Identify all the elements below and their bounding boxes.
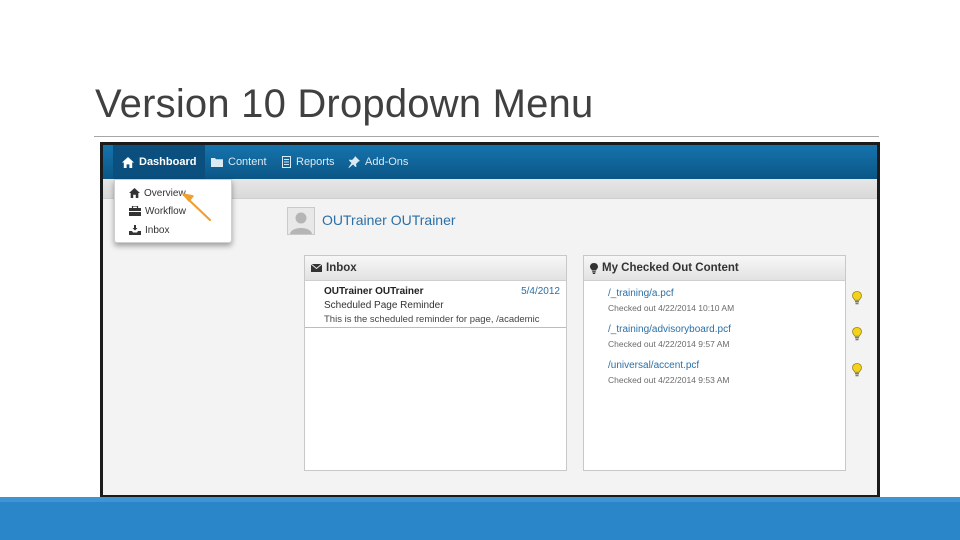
slide-footer-band: [0, 497, 960, 540]
inbox-message-row[interactable]: OUTrainer OUTrainer 5/4/2012 Scheduled P…: [305, 281, 566, 328]
nav-add-ons[interactable]: Add-Ons: [348, 145, 408, 179]
message-subject: Scheduled Page Reminder: [324, 300, 444, 311]
title-divider: [94, 136, 879, 137]
nav-content-label: Content: [228, 156, 267, 168]
nav-reports-label: Reports: [296, 156, 335, 168]
dropdown-item-label: Inbox: [145, 224, 170, 236]
checked-out-meta: Checked out 4/22/2014 9:53 AM: [608, 375, 730, 385]
envelope-icon: [311, 264, 322, 272]
checked-out-item: /_training/a.pcf Checked out 4/22/2014 1…: [608, 288, 866, 318]
checked-out-content-panel: My Checked Out Content /_training/a.pcf …: [583, 255, 862, 471]
checked-out-item: /universal/accent.pcf Checked out 4/22/2…: [608, 360, 866, 390]
nav-dashboard-label: Dashboard: [139, 156, 197, 168]
dropdown-item-inbox[interactable]: Inbox: [129, 222, 169, 238]
checked-out-panel-header: My Checked Out Content: [584, 256, 845, 281]
lightbulb-icon[interactable]: [852, 363, 862, 377]
inbox-panel-title: Inbox: [326, 262, 357, 274]
dropdown-item-label: Workflow: [145, 205, 186, 217]
checked-out-link[interactable]: /universal/accent.pcf: [608, 360, 699, 371]
dropdown-item-workflow[interactable]: Workflow: [129, 203, 186, 219]
pin-icon: [348, 156, 360, 168]
dashboard-dropdown-menu: Overview Workflow Inbox: [114, 179, 232, 243]
checked-out-meta: Checked out 4/22/2014 10:10 AM: [608, 303, 735, 313]
nav-content[interactable]: Content: [211, 145, 267, 179]
user-name[interactable]: OUTrainer OUTrainer: [322, 212, 456, 228]
top-navigation-bar: Dashboard Content Reports Add-Ons: [103, 145, 877, 179]
folder-icon: [211, 158, 223, 167]
lightbulb-icon[interactable]: [852, 327, 862, 341]
home-icon: [129, 188, 140, 198]
nav-add-ons-label: Add-Ons: [365, 156, 409, 168]
dropdown-item-overview[interactable]: Overview: [129, 185, 186, 201]
avatar[interactable]: [287, 207, 315, 235]
slide-title: Version 10 Dropdown Menu: [95, 82, 594, 126]
workflow-icon: [129, 206, 141, 216]
checked-out-panel-title: My Checked Out Content: [602, 262, 739, 274]
inbox-panel-header: Inbox: [305, 256, 566, 281]
app-screenshot: Dashboard Content Reports Add-Ons Overvi…: [100, 142, 880, 498]
checked-out-meta: Checked out 4/22/2014 9:57 AM: [608, 339, 730, 349]
checked-out-link[interactable]: /_training/a.pcf: [608, 288, 674, 299]
checked-out-link[interactable]: /_training/advisoryboard.pcf: [608, 324, 731, 335]
message-sender: OUTrainer OUTrainer: [324, 286, 424, 297]
checked-out-item: /_training/advisoryboard.pcf Checked out…: [608, 324, 866, 354]
nav-dashboard[interactable]: Dashboard: [113, 145, 206, 179]
dropdown-item-label: Overview: [144, 187, 186, 199]
nav-reports[interactable]: Reports: [282, 145, 335, 179]
message-date: 5/4/2012: [521, 286, 560, 297]
home-icon: [122, 156, 134, 168]
reports-icon: [282, 156, 291, 168]
lightbulb-icon: [590, 262, 598, 274]
lightbulb-icon[interactable]: [852, 291, 862, 305]
inbox-tray-icon: [129, 225, 141, 235]
inbox-panel: Inbox OUTrainer OUTrainer 5/4/2012 Sched…: [304, 255, 567, 471]
message-preview: This is the scheduled reminder for page,…: [324, 314, 540, 325]
